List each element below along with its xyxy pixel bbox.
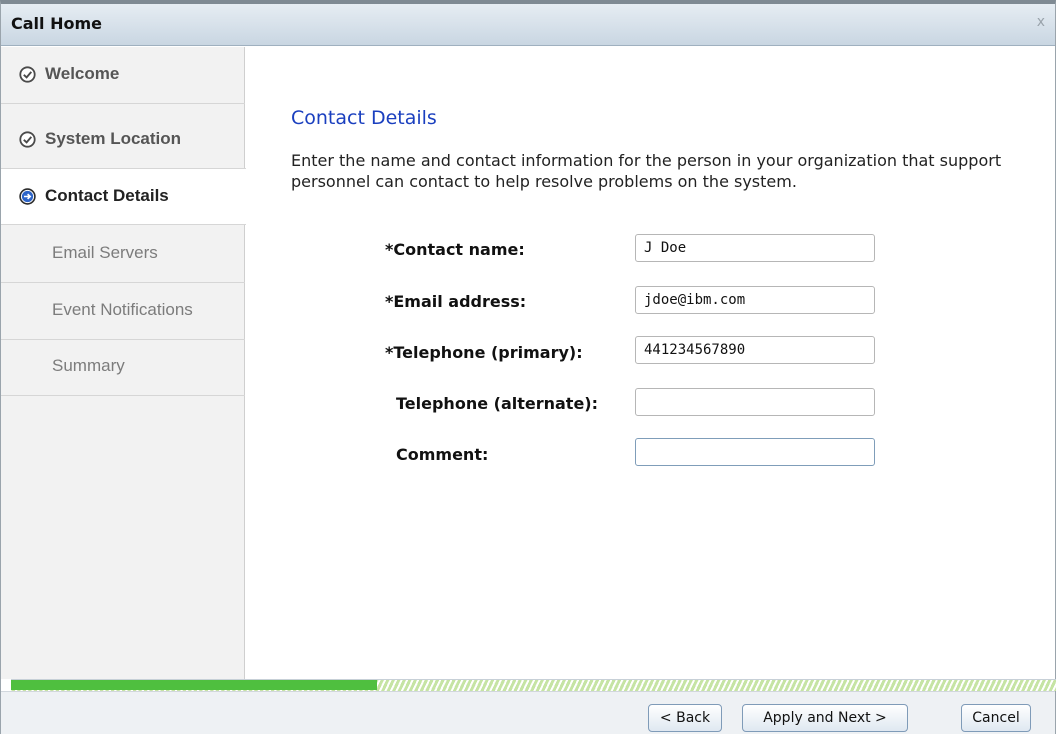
- check-circle-icon: [19, 66, 36, 83]
- email-address-input[interactable]: [635, 286, 875, 314]
- sidebar-item-label: Contact Details: [45, 186, 169, 205]
- sidebar-item-label: System Location: [45, 129, 182, 148]
- sidebar-item-label: Summary: [52, 356, 125, 375]
- telephone-alternate-label: Telephone (alternate):: [396, 394, 599, 413]
- sidebar-item-summary[interactable]: Summary: [1, 339, 245, 396]
- back-button[interactable]: < Back: [648, 704, 722, 732]
- progress-fill: [11, 680, 377, 690]
- call-home-dialog: Call Home x Welcome System Location Cont…: [0, 0, 1056, 734]
- apply-and-next-button[interactable]: Apply and Next >: [742, 704, 908, 732]
- sidebar-item-label: Event Notifications: [52, 300, 193, 319]
- cancel-button[interactable]: Cancel: [961, 704, 1031, 732]
- comment-label: Comment:: [396, 445, 489, 464]
- email-address-label: *Email address:: [385, 292, 527, 311]
- page-description: Enter the name and contact information f…: [291, 151, 1002, 191]
- telephone-primary-input[interactable]: [635, 336, 875, 364]
- footer-bar: < Back Apply and Next > Cancel: [1, 691, 1055, 734]
- title-bar: Call Home x: [1, 4, 1055, 46]
- sidebar-item-contact-details[interactable]: Contact Details: [1, 168, 246, 225]
- telephone-alternate-input[interactable]: [635, 388, 875, 416]
- dialog-title: Call Home: [11, 14, 102, 33]
- close-icon[interactable]: x: [1037, 14, 1045, 30]
- sidebar-item-email-servers[interactable]: Email Servers: [1, 226, 245, 283]
- sidebar-item-event-notifications[interactable]: Event Notifications: [1, 283, 245, 340]
- telephone-primary-label: *Telephone (primary):: [385, 343, 583, 362]
- comment-input[interactable]: [635, 438, 875, 466]
- sidebar-item-system-location[interactable]: System Location: [1, 112, 245, 169]
- wizard-steps-sidebar: Welcome System Location Contact Details …: [1, 47, 246, 679]
- sidebar-item-label: Email Servers: [52, 243, 158, 262]
- wizard-progress-bar: [11, 679, 1056, 691]
- contact-name-label: *Contact name:: [385, 240, 525, 259]
- main-panel: Contact Details Enter the name and conta…: [246, 47, 1055, 679]
- page-title: Contact Details: [291, 107, 437, 129]
- contact-name-input[interactable]: [635, 234, 875, 262]
- sidebar-item-welcome[interactable]: Welcome: [1, 47, 245, 104]
- sidebar-item-label: Welcome: [45, 64, 120, 83]
- check-circle-icon: [19, 131, 36, 148]
- arrow-circle-icon: [19, 188, 36, 205]
